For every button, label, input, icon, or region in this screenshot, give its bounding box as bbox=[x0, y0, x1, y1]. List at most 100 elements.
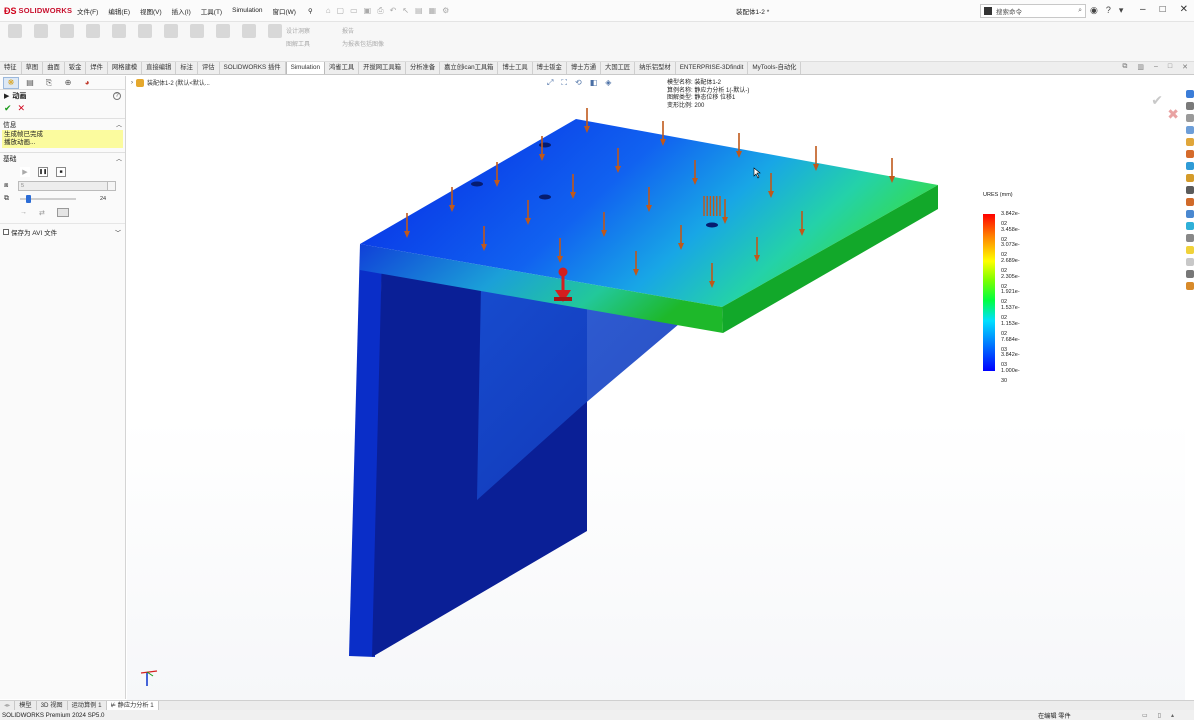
confirm-cancel-icon[interactable]: ✖ bbox=[1167, 106, 1179, 123]
confirm-check-icon[interactable]: ✔ bbox=[1151, 92, 1163, 109]
cmd-apply-material[interactable] bbox=[30, 24, 52, 38]
tab-3d-views[interactable]: 3D 视图 bbox=[37, 701, 68, 710]
print-icon[interactable]: ⎙ bbox=[377, 6, 383, 16]
plugin-icon[interactable] bbox=[1185, 234, 1194, 242]
tab-evaluate[interactable]: 评估 bbox=[198, 62, 220, 74]
tab-kaibawang-toolbox[interactable]: 开拔网工具箱 bbox=[359, 62, 406, 74]
minimize-icon[interactable]: – bbox=[1140, 4, 1146, 15]
solidworks-logo[interactable]: ƉS SOLIDWORKS bbox=[0, 6, 72, 16]
appearances-icon[interactable] bbox=[1185, 138, 1194, 146]
file-explorer-icon[interactable] bbox=[1185, 114, 1194, 122]
results-legend[interactable]: URES (mm) 3.842e-02 3.458e-02 3.073e-02 … bbox=[983, 192, 1020, 384]
plugin-icon[interactable] bbox=[1185, 198, 1194, 206]
cmd-plot-tools[interactable]: 图解工具 bbox=[286, 39, 310, 52]
play-once-icon[interactable]: → bbox=[20, 209, 27, 216]
tab-jlc-toolbox[interactable]: 嘉立创ican工具箱 bbox=[440, 62, 499, 74]
maximize-doc-icon[interactable]: □ bbox=[1168, 63, 1172, 71]
save-icon[interactable]: ▣ bbox=[364, 6, 372, 15]
cmd-run[interactable] bbox=[186, 24, 208, 38]
menu-insert[interactable]: 插入(I) bbox=[167, 6, 196, 16]
tab-markup[interactable]: 标注 bbox=[176, 62, 198, 74]
chevron-down-icon[interactable]: ﹀ bbox=[115, 228, 121, 237]
cmd-shell[interactable] bbox=[134, 24, 156, 38]
tab-hongque-tools[interactable]: 鸿雀工具 bbox=[325, 62, 360, 74]
forum-icon[interactable] bbox=[1185, 162, 1194, 170]
menu-file[interactable]: 文件(F) bbox=[72, 6, 103, 16]
cmd-report[interactable]: 报告 bbox=[342, 26, 384, 39]
loop-icon[interactable]: ⇄ bbox=[39, 209, 45, 217]
close-icon[interactable]: ✕ bbox=[1180, 4, 1188, 15]
stop-icon[interactable]: ■ bbox=[56, 167, 66, 177]
cmd-deformed[interactable] bbox=[264, 24, 286, 38]
cmd-mesh[interactable] bbox=[160, 24, 182, 38]
minimize-doc-icon[interactable]: – bbox=[1154, 63, 1158, 71]
tab-analysis-prep[interactable]: 分析准备 bbox=[406, 62, 441, 74]
user-icon[interactable]: ◉ bbox=[1090, 5, 1098, 16]
menu-tools[interactable]: 工具(T) bbox=[196, 6, 227, 16]
tab-motion-study[interactable]: 运动算例 1 bbox=[68, 701, 107, 710]
display-manager-icon[interactable]: ◕ bbox=[79, 77, 95, 89]
search-icon[interactable]: ⌕ bbox=[1078, 7, 1082, 15]
play-icon[interactable]: ▶ bbox=[20, 167, 30, 177]
tab-simulation[interactable]: Simulation bbox=[285, 62, 325, 74]
plugin-icon[interactable] bbox=[1185, 258, 1194, 266]
menu-simulation[interactable]: Simulation bbox=[227, 7, 267, 14]
speed-slider[interactable] bbox=[20, 195, 76, 203]
tab-sketch[interactable]: 草图 bbox=[22, 62, 44, 74]
tab-mesh-modeling[interactable]: 网格建模 bbox=[108, 62, 143, 74]
tab-features[interactable]: 特征 bbox=[0, 62, 22, 74]
options-dropdown-icon[interactable]: ▾ bbox=[1119, 5, 1124, 16]
tab-mytools[interactable]: MyTools-自动化 bbox=[748, 62, 802, 74]
rebuild-icon[interactable]: ▤ bbox=[415, 6, 423, 15]
cmd-fixtures[interactable] bbox=[56, 24, 78, 38]
property-manager-icon[interactable]: ▤ bbox=[22, 77, 38, 89]
menu-view[interactable]: 视图(V) bbox=[135, 6, 167, 16]
tab-weldments[interactable]: 焊件 bbox=[86, 62, 108, 74]
file-properties-icon[interactable]: ▦ bbox=[429, 6, 437, 15]
tab-sheet-metal[interactable]: 钣金 bbox=[65, 62, 87, 74]
home-icon[interactable]: ⌂ bbox=[326, 6, 331, 15]
dimxpert-icon[interactable]: ⊕ bbox=[60, 77, 76, 89]
info-section-header[interactable]: 信息 ︿ bbox=[0, 118, 125, 129]
help-icon[interactable]: ? bbox=[113, 92, 121, 100]
info-icon[interactable]: ▴ bbox=[1171, 712, 1174, 719]
plugin-icon[interactable] bbox=[1185, 246, 1194, 254]
cmd-loads[interactable] bbox=[82, 24, 104, 38]
tab-3dfindit[interactable]: ENTERPRISE-3Dfindit bbox=[676, 62, 749, 74]
maximize-icon[interactable]: □ bbox=[1160, 4, 1166, 15]
units-icon[interactable]: ▭ bbox=[1142, 712, 1148, 719]
help-icon[interactable]: ? bbox=[1106, 5, 1111, 16]
basic-section-header[interactable]: 基础 ︿ bbox=[0, 152, 125, 163]
tab-addins[interactable]: SOLIDWORKS 插件 bbox=[220, 62, 286, 74]
save-avi-row[interactable]: 保存为 AVI 文件 ﹀ bbox=[0, 223, 125, 237]
cancel-x-icon[interactable]: ✕ bbox=[18, 103, 26, 114]
tab-aluminum-profiles[interactable]: 纳乐铝型材 bbox=[635, 62, 676, 74]
cmd-design-insight[interactable]: 设计洞察 bbox=[286, 26, 310, 39]
cmd-connections[interactable] bbox=[108, 24, 130, 38]
graphics-area[interactable]: › 装配体1-2 (默认<默认... ⤢ ⛶ ⟲ ◧ ◈ 模型名称: 装配体1-… bbox=[127, 76, 1185, 700]
cmd-results[interactable] bbox=[212, 24, 234, 38]
rebuild-status-icon[interactable]: ▯ bbox=[1158, 712, 1161, 719]
toolbox-icon[interactable] bbox=[1185, 174, 1194, 182]
spin-arrows-icon[interactable] bbox=[107, 182, 115, 190]
tab-daguo-gongjiang[interactable]: 大国工匠 bbox=[601, 62, 636, 74]
plugin-icon[interactable] bbox=[1185, 210, 1194, 218]
tab-model[interactable]: 模型 bbox=[15, 701, 37, 710]
restore-pane-icon[interactable]: ⧉ bbox=[1122, 63, 1127, 71]
menu-edit[interactable]: 编辑(E) bbox=[103, 6, 135, 16]
simulation-tree-icon[interactable]: ❋ bbox=[3, 76, 19, 89]
menu-window[interactable]: 窗口(W) bbox=[267, 6, 300, 16]
reciprocate-icon[interactable] bbox=[56, 208, 69, 217]
resources-icon[interactable] bbox=[1185, 90, 1194, 98]
design-library-icon[interactable] bbox=[1185, 102, 1194, 110]
view-palette-icon[interactable] bbox=[1185, 126, 1194, 134]
tile-icon[interactable]: ▥ bbox=[1137, 63, 1144, 71]
plugin-icon[interactable] bbox=[1185, 282, 1194, 290]
pin-icon[interactable]: ⚲ bbox=[303, 7, 318, 15]
cmd-new-study[interactable] bbox=[4, 24, 26, 38]
undo-icon[interactable]: ↶ bbox=[390, 6, 397, 15]
new-icon[interactable]: ▢ bbox=[337, 6, 345, 15]
configuration-icon[interactable]: ⎘ bbox=[41, 77, 57, 89]
tab-nav-arrows[interactable]: ◂▸ bbox=[0, 701, 16, 710]
save-avi-checkbox[interactable] bbox=[3, 229, 9, 235]
